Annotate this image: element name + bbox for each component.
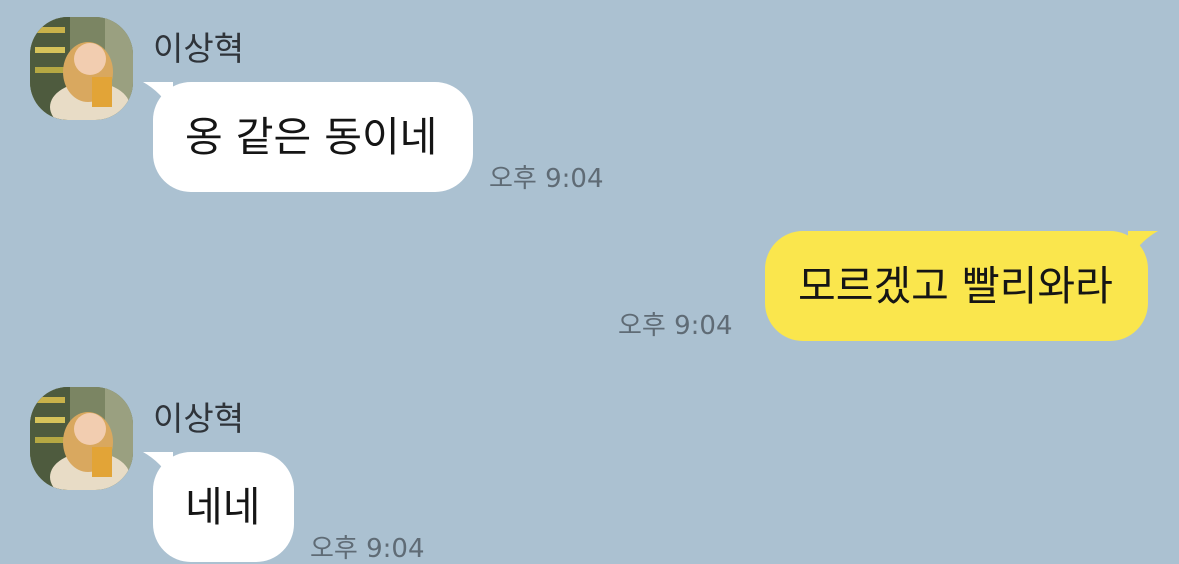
outgoing-message-bubble[interactable]: 모르겠고 빨리와라 bbox=[765, 231, 1158, 341]
message-time: 오후 9:04 bbox=[618, 311, 733, 341]
message-text: 모르겠고 빨리와라 bbox=[798, 262, 1113, 310]
profile-photo-icon bbox=[30, 387, 133, 490]
bubble-tail-icon bbox=[143, 82, 173, 112]
sender-avatar[interactable] bbox=[30, 387, 133, 490]
bubble-tail-icon bbox=[1128, 231, 1158, 261]
message-time: 오후 9:04 bbox=[489, 164, 604, 194]
sender-name: 이상혁 bbox=[153, 29, 245, 68]
message-text: 네네 bbox=[185, 483, 261, 531]
sender-name: 이상혁 bbox=[153, 399, 245, 438]
bubble-tail-icon bbox=[143, 452, 173, 482]
message-text: 옹 같은 동이네 bbox=[185, 113, 438, 161]
message-time: 오후 9:04 bbox=[310, 534, 425, 564]
sender-avatar[interactable] bbox=[30, 17, 133, 120]
profile-photo-icon bbox=[30, 17, 133, 120]
incoming-message-bubble[interactable]: 네네 bbox=[143, 452, 294, 562]
incoming-message-bubble[interactable]: 옹 같은 동이네 bbox=[143, 82, 473, 192]
